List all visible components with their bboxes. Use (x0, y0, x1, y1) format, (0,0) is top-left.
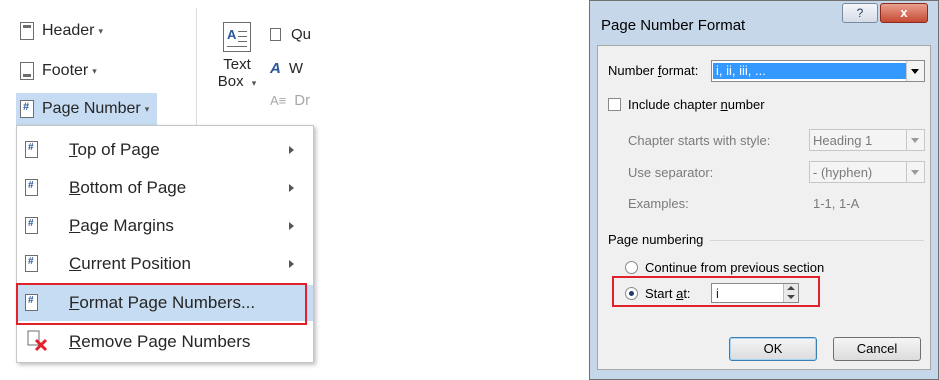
examples-label: Examples: (628, 196, 689, 211)
text-box-label-line2: Box ▾ (217, 73, 257, 90)
page-numbering-group-label: Page numbering (608, 232, 704, 247)
wordart-label: W (288, 60, 304, 77)
chevron-down-icon: ▾ (98, 25, 104, 36)
quick-parts-icon (270, 28, 281, 41)
group-separator (710, 240, 924, 241)
header-icon (20, 22, 34, 40)
footer-icon (20, 62, 34, 80)
menu-item-current-position[interactable]: Current Position (17, 246, 313, 282)
chevron-down-icon[interactable] (906, 130, 924, 150)
page-number-button[interactable]: Page Number ▾ (16, 93, 158, 125)
callout-highlight-format-page-numbers (16, 283, 307, 325)
wordart-icon: A (270, 60, 281, 77)
cancel-button[interactable]: Cancel (833, 337, 921, 361)
close-button[interactable]: x (880, 3, 928, 23)
remove-page-numbers-icon (27, 330, 48, 352)
footer-label: Footer (42, 62, 89, 79)
submenu-arrow-icon (289, 146, 294, 154)
separator-select[interactable]: - (hyphen) (809, 161, 925, 183)
drop-cap-label: Dr (294, 92, 311, 109)
menu-item-top-of-page[interactable]: Top of Page (17, 132, 313, 168)
current-position-icon (25, 255, 38, 272)
menu-item-bottom-of-page[interactable]: Bottom of Page (17, 170, 313, 206)
dialog-body: Number format: i, ii, iii, ... Include c… (597, 45, 931, 370)
menu-item-page-margins[interactable]: Page Margins (17, 208, 313, 244)
page-number-icon (20, 100, 34, 118)
chapter-starts-label: Chapter starts with style: (628, 133, 771, 148)
quick-parts-label: Qu (291, 26, 312, 43)
use-separator-label: Use separator: (628, 165, 714, 180)
ok-button[interactable]: OK (729, 337, 817, 361)
text-box-label-line1: Text (223, 56, 251, 73)
separator-value: - (hyphen) (813, 165, 873, 180)
chapter-style-select[interactable]: Heading 1 (809, 129, 925, 151)
help-button[interactable]: ? (842, 3, 878, 23)
submenu-arrow-icon (289, 222, 294, 230)
drop-cap-button[interactable]: A≡ Dr (270, 92, 310, 109)
page-number-format-dialog: Page Number Format ? x Number format: i,… (589, 0, 939, 380)
page-number-menu: Top of Page Bottom of Page Page Margins … (16, 125, 314, 363)
number-format-value: i, ii, iii, ... (713, 63, 906, 79)
submenu-arrow-icon (289, 184, 294, 192)
continue-label: Continue from previous section (645, 260, 825, 275)
chevron-down-icon: ▾ (144, 103, 150, 114)
page-margins-icon (25, 217, 38, 234)
insert-ribbon-group: Header ▾ Footer ▾ Page Number ▾ A Text B… (0, 0, 330, 130)
chevron-down-icon: ▾ (92, 65, 97, 76)
include-chapter-number-label: Include chapter number (628, 97, 765, 112)
dialog-title: Page Number Format (601, 17, 746, 34)
quick-parts-button[interactable]: Qu (270, 26, 311, 43)
header-label: Header (42, 22, 95, 39)
callout-highlight-start-at (612, 276, 820, 307)
submenu-arrow-icon (289, 260, 294, 268)
text-box-button[interactable]: A Text Box ▾ (214, 22, 260, 90)
chapter-style-value: Heading 1 (813, 133, 873, 148)
text-box-icon: A (223, 22, 251, 52)
footer-button[interactable]: Footer ▾ (20, 58, 97, 84)
include-chapter-number-checkbox[interactable] (608, 98, 621, 111)
chevron-down-icon[interactable] (906, 162, 924, 182)
menu-item-remove-page-numbers[interactable]: Remove Page Numbers (17, 324, 313, 360)
number-format-select[interactable]: i, ii, iii, ... (711, 60, 925, 82)
page-top-icon (25, 141, 38, 158)
chevron-down-icon[interactable] (906, 61, 924, 81)
page-number-label: Page Number (42, 100, 141, 117)
continue-radio[interactable] (625, 261, 638, 274)
examples-value: 1-1, 1-A (813, 196, 860, 211)
number-format-label: Number format: (608, 63, 699, 78)
header-button[interactable]: Header ▾ (20, 18, 103, 44)
ribbon-divider (196, 8, 197, 126)
drop-cap-icon: A≡ (270, 93, 287, 108)
wordart-button[interactable]: A W (270, 60, 303, 77)
page-bottom-icon (25, 179, 38, 196)
